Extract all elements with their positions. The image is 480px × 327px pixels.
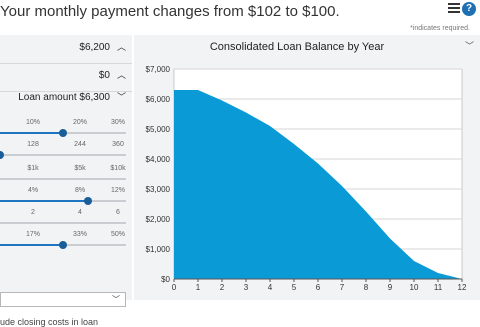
x-tick-label: 1 bbox=[196, 283, 201, 292]
slider-thumb[interactable] bbox=[0, 151, 4, 159]
loan-amount-row[interactable]: Loan amount $6,300 ﹀ bbox=[0, 85, 132, 113]
required-note: *indicates required. bbox=[410, 25, 470, 32]
y-tick-label: $7,000 bbox=[146, 65, 171, 74]
slider-tick-label: 33% bbox=[72, 231, 88, 238]
help-icon[interactable]: ? bbox=[462, 2, 476, 16]
slider-tick-label: $1k bbox=[27, 165, 39, 172]
balance-value: $6,200 bbox=[79, 42, 110, 53]
slider-track[interactable] bbox=[0, 178, 126, 180]
cash-value: $0 bbox=[98, 70, 110, 81]
slider-fill bbox=[0, 132, 63, 134]
slider-tick-label: 20% bbox=[72, 119, 88, 126]
slider-tick-label: 128 bbox=[27, 141, 39, 148]
chevron-up-icon[interactable]: ︿ bbox=[117, 68, 126, 81]
y-tick-label: $5,000 bbox=[146, 125, 171, 134]
slider-track[interactable] bbox=[0, 151, 126, 159]
loan-balance-chart-panel: Consolidated Loan Balance by Year ﹀ $0 $1… bbox=[134, 35, 480, 300]
slider-fill bbox=[0, 200, 89, 202]
y-tick-label: $0 bbox=[161, 275, 170, 284]
x-tick-label: 10 bbox=[410, 283, 419, 292]
y-tick-label: $1,000 bbox=[146, 245, 171, 254]
slider-tick-label: 12% bbox=[110, 187, 126, 194]
closing-costs-label: ude closing costs in loan bbox=[0, 317, 99, 327]
slider-5[interactable]: 17% 33% 50% bbox=[0, 231, 132, 261]
slider-track[interactable] bbox=[0, 197, 126, 205]
slider-tick-label: $10k bbox=[110, 165, 126, 172]
slider-tick-label: $5k bbox=[74, 165, 86, 172]
slider-thumb[interactable] bbox=[59, 129, 67, 137]
slider-tick-label: 2 bbox=[31, 209, 35, 216]
slider-track[interactable] bbox=[0, 129, 126, 137]
slider-tick-label: 4% bbox=[27, 187, 39, 194]
x-tick-label: 4 bbox=[268, 283, 273, 292]
x-tick-label: 9 bbox=[388, 283, 393, 292]
slider-track[interactable] bbox=[0, 241, 126, 249]
x-tick-label: 11 bbox=[434, 283, 443, 292]
x-tick-label: 7 bbox=[340, 283, 345, 292]
y-tick-label: $3,000 bbox=[146, 185, 171, 194]
x-tick-label: 2 bbox=[220, 283, 225, 292]
loan-amount-value: Loan amount $6,300 bbox=[18, 92, 110, 103]
x-tick-label: 6 bbox=[316, 283, 321, 292]
slider-tick-label: 17% bbox=[25, 231, 41, 238]
chevron-down-icon[interactable]: ﹀ bbox=[117, 90, 126, 103]
loan-balance-chart: $0 $1,000 $2,000 $3,000 $4,000 $5,000 $6,000 $7… bbox=[146, 65, 467, 292]
x-tick-label: 3 bbox=[244, 283, 249, 292]
y-tick-label: $4,000 bbox=[146, 155, 171, 164]
slider-tick-label: 30% bbox=[110, 119, 126, 126]
slider-tick-label: 244 bbox=[74, 141, 86, 148]
chevron-down-icon[interactable]: ﹀ bbox=[112, 294, 120, 305]
menu-icon[interactable] bbox=[448, 3, 460, 14]
balance-row[interactable]: $6,200 ︿ bbox=[0, 35, 132, 64]
loan-inputs-panel: $6,200 ︿ $0 ︿ Loan amount $6,300 ﹀ 10% 20… bbox=[0, 35, 132, 327]
slider-thumb[interactable] bbox=[84, 197, 93, 205]
chevron-up-icon[interactable]: ︿ bbox=[117, 40, 126, 53]
slider-tick-label: 8% bbox=[74, 187, 86, 194]
slider-track[interactable] bbox=[0, 222, 126, 224]
slider-tick-label: 50% bbox=[110, 231, 126, 238]
slider-fill bbox=[0, 244, 63, 246]
y-tick-label: $6,000 bbox=[146, 95, 171, 104]
slider-tick-label: 10% bbox=[25, 119, 41, 126]
slider-thumb[interactable] bbox=[59, 241, 67, 249]
y-tick-label: $2,000 bbox=[146, 215, 171, 224]
closing-costs-select[interactable]: ﹀ bbox=[0, 292, 126, 307]
slider-tick-label: 4 bbox=[78, 209, 82, 216]
x-tick-label: 5 bbox=[292, 283, 297, 292]
x-tick-label: 0 bbox=[172, 283, 177, 292]
x-tick-label: 8 bbox=[364, 283, 369, 292]
slider-tick-label: 360 bbox=[112, 141, 124, 148]
x-tick-label: 12 bbox=[458, 283, 467, 292]
payment-change-headline: Your monthly payment changes from $102 t… bbox=[0, 3, 340, 20]
slider-tick-label: 6 bbox=[116, 209, 120, 216]
